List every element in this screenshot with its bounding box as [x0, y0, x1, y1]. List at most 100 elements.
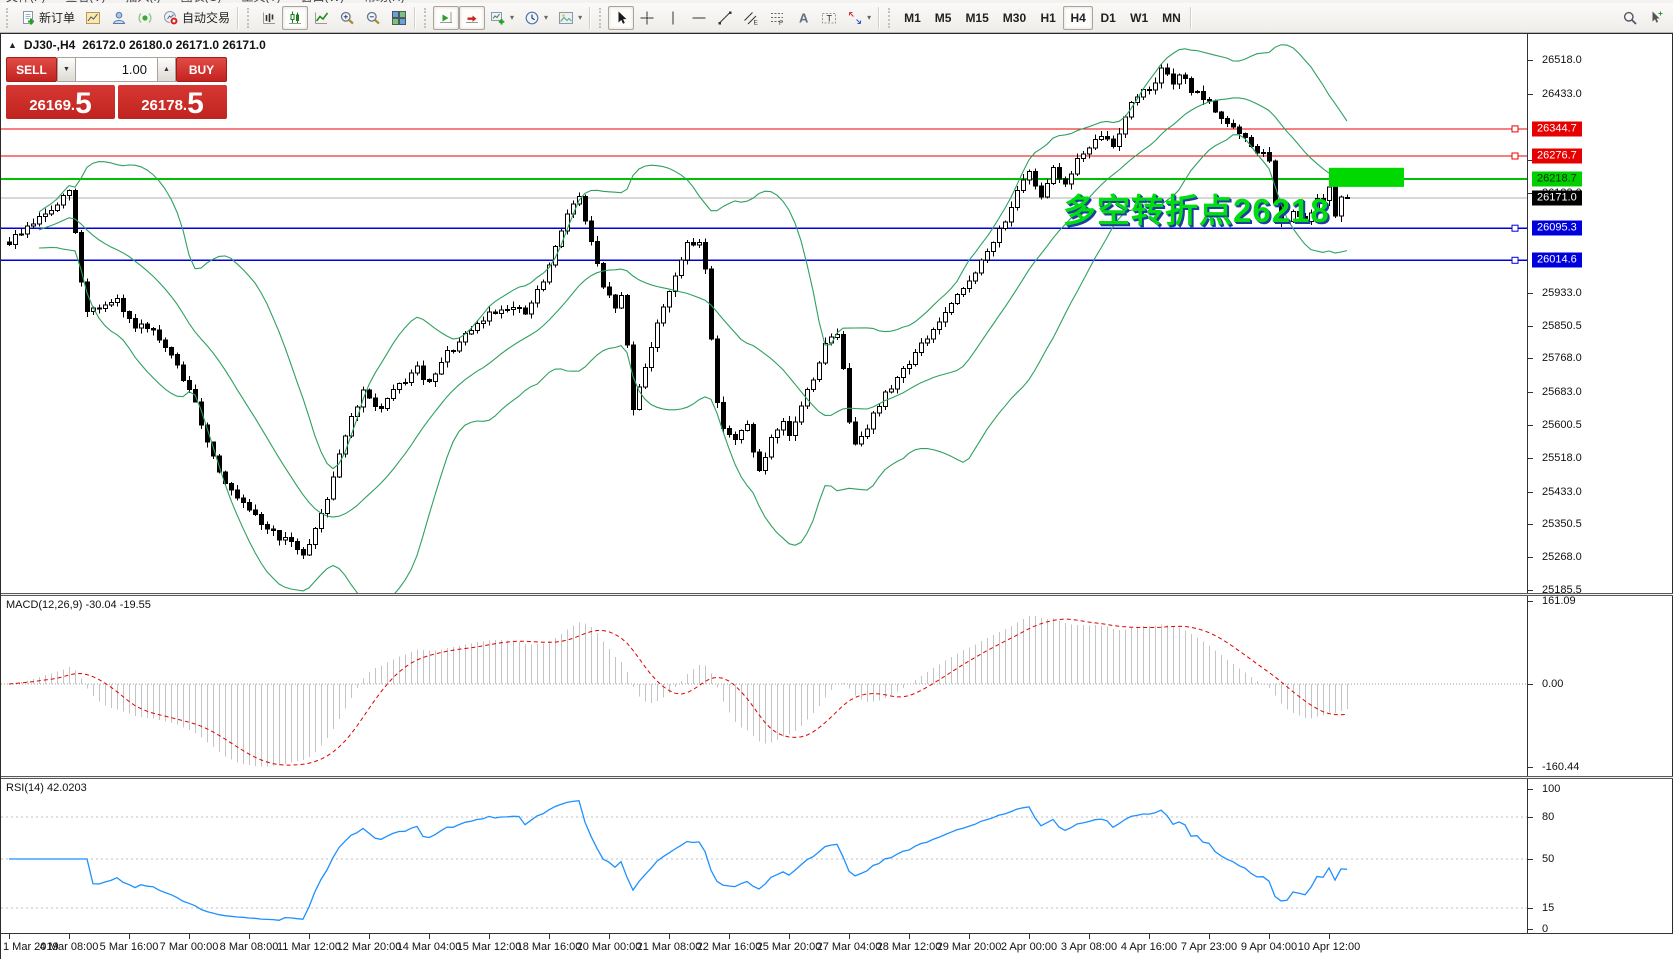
timeframe-w1-button[interactable]: W1 — [1123, 6, 1155, 30]
time-tick — [69, 934, 70, 939]
chart-shift-button[interactable] — [459, 6, 485, 30]
spinner-up-icon: ▲ — [163, 66, 170, 73]
time-tick-label: 21 Mar 08:00 — [637, 941, 702, 953]
dropdown-caret-icon: ▾ — [578, 13, 582, 22]
line-handle[interactable] — [1512, 126, 1518, 132]
auto-scroll-button[interactable] — [433, 6, 459, 30]
rsi-indicator-label: RSI(14) 42.0203 — [6, 782, 87, 794]
market-watch-button[interactable] — [106, 6, 132, 30]
new-chart-icon — [490, 10, 506, 26]
chart-shift-icon — [464, 10, 480, 26]
volume-up-button[interactable]: ▲ — [157, 57, 176, 82]
time-tick — [9, 934, 10, 939]
timeframe-h1-button[interactable]: H1 — [1033, 6, 1063, 30]
crosshair-button[interactable] — [634, 6, 660, 30]
quick-nav-button[interactable] — [1643, 6, 1669, 30]
templates-button[interactable]: ▾ — [553, 6, 587, 30]
macd-tick-label: 161.09 — [1542, 595, 1576, 607]
macd-tick-label: 0.00 — [1542, 678, 1563, 690]
collapse-trade-panel-icon[interactable]: ▲ — [8, 40, 17, 50]
buy-button[interactable]: BUY — [176, 57, 227, 82]
text-label-button[interactable]: T — [816, 6, 842, 30]
zoom-in-icon — [339, 10, 355, 26]
highlight-rectangle[interactable] — [1329, 168, 1404, 187]
price-tick-label: 25933.0 — [1542, 287, 1582, 299]
price-tick-label: 26433.0 — [1542, 88, 1582, 100]
timeframe-d1-button[interactable]: D1 — [1093, 6, 1123, 30]
vertical-line-button[interactable] — [660, 6, 686, 30]
timeframe-m5-button[interactable]: M5 — [928, 6, 959, 30]
panel-separator[interactable] — [1, 593, 1673, 596]
time-tick-label: 28 Mar 12:00 — [877, 941, 942, 953]
fibonacci-button[interactable]: F — [764, 6, 790, 30]
time-axis[interactable]: 1 Mar 20194 Mar 08:005 Mar 16:007 Mar 00… — [1, 933, 1673, 959]
timeframe-m1-button[interactable]: M1 — [897, 6, 928, 30]
ohlc-bars-icon — [261, 10, 277, 26]
rsi-canvas[interactable] — [1, 779, 1527, 933]
panel-separator[interactable] — [1, 776, 1673, 779]
toolbar: 新订单 自动交易 ▾ ▾ ▾ EFAT ▾ M1 M5M15M30H1H4 D1 W1MN — [0, 3, 1673, 33]
line-handle[interactable] — [1512, 225, 1518, 231]
cursor-button[interactable] — [608, 6, 634, 30]
toolbar-separator — [1190, 7, 1196, 29]
time-tick-label: 11 Mar 12:00 — [277, 941, 341, 953]
scale-tick — [1528, 458, 1533, 459]
scale-tick — [1528, 789, 1533, 790]
candlesticks — [8, 64, 1350, 559]
bar-chart-button[interactable] — [256, 6, 282, 30]
timeframe-m15-button[interactable]: M15 — [958, 6, 995, 30]
dropdown-caret-icon: ▾ — [544, 13, 548, 22]
line-handle[interactable] — [1512, 153, 1518, 159]
timeframe-h4-button[interactable]: H4 — [1063, 6, 1093, 30]
charts-list-button[interactable] — [80, 6, 106, 30]
price-tick-label: 25350.5 — [1542, 518, 1582, 530]
hline-icon — [691, 10, 707, 26]
scale-tick — [1528, 601, 1533, 602]
toolbar-grip — [247, 8, 253, 28]
new-chart-button[interactable]: ▾ — [485, 6, 519, 30]
sell-button[interactable]: SELL — [6, 57, 57, 82]
button-label: M1 — [904, 11, 921, 25]
arrows-button[interactable]: ▾ — [842, 6, 876, 30]
main-chart-canvas[interactable] — [1, 34, 1527, 593]
time-tick — [1269, 934, 1270, 939]
chart-window[interactable]: ▲ DJ30-,H4 26172.0 26180.0 26171.0 26171… — [0, 33, 1673, 959]
macd-canvas[interactable] — [1, 596, 1527, 776]
tile-windows-button[interactable] — [386, 6, 412, 30]
signals-button[interactable] — [132, 6, 158, 30]
volume-down-button[interactable]: ▼ — [57, 57, 76, 82]
timeframe-mn-button[interactable]: MN — [1155, 6, 1188, 30]
trendline-button[interactable] — [712, 6, 738, 30]
horizontal-line-button[interactable] — [686, 6, 712, 30]
line-chart-button[interactable] — [308, 6, 334, 30]
buy-price-button[interactable]: 26178.5 — [118, 85, 227, 119]
channel-button[interactable]: E — [738, 6, 764, 30]
candlestick-button[interactable] — [282, 6, 308, 30]
sell-price-button[interactable]: 26169.5 — [6, 85, 115, 119]
new-order-button[interactable]: 新订单 — [15, 6, 80, 30]
scale-tick — [1528, 557, 1533, 558]
text-label-icon: T — [821, 10, 837, 26]
price-tick-label: 25268.0 — [1542, 551, 1582, 563]
zoom-in-button[interactable] — [334, 6, 360, 30]
time-tick — [309, 934, 310, 939]
periods-button[interactable]: ▾ — [519, 6, 553, 30]
line-handle[interactable] — [1512, 257, 1518, 263]
level-price-badge: 26014.6 — [1532, 253, 1582, 268]
timeframe-m30-button[interactable]: M30 — [996, 6, 1033, 30]
button-label: D1 — [1100, 11, 1115, 25]
time-tick — [1329, 934, 1330, 939]
time-tick-label: 27 Mar 04:00 — [817, 941, 882, 953]
scale-tick — [1528, 767, 1533, 768]
level-price-badge: 26344.7 — [1532, 122, 1582, 137]
text-button[interactable]: A — [790, 6, 816, 30]
autotrade-icon — [163, 10, 179, 26]
search-button[interactable] — [1617, 6, 1643, 30]
time-tick-label: 9 Apr 04:00 — [1241, 941, 1297, 953]
volume-input[interactable]: 1.00 — [76, 57, 157, 82]
auto-trading-button[interactable]: 自动交易 — [158, 6, 235, 30]
time-tick-label: 7 Mar 00:00 — [160, 941, 219, 953]
scale-tick — [1528, 392, 1533, 393]
price-scale[interactable]: 26518.026433.026265.526183.025933.025850… — [1527, 34, 1673, 933]
zoom-out-button[interactable] — [360, 6, 386, 30]
